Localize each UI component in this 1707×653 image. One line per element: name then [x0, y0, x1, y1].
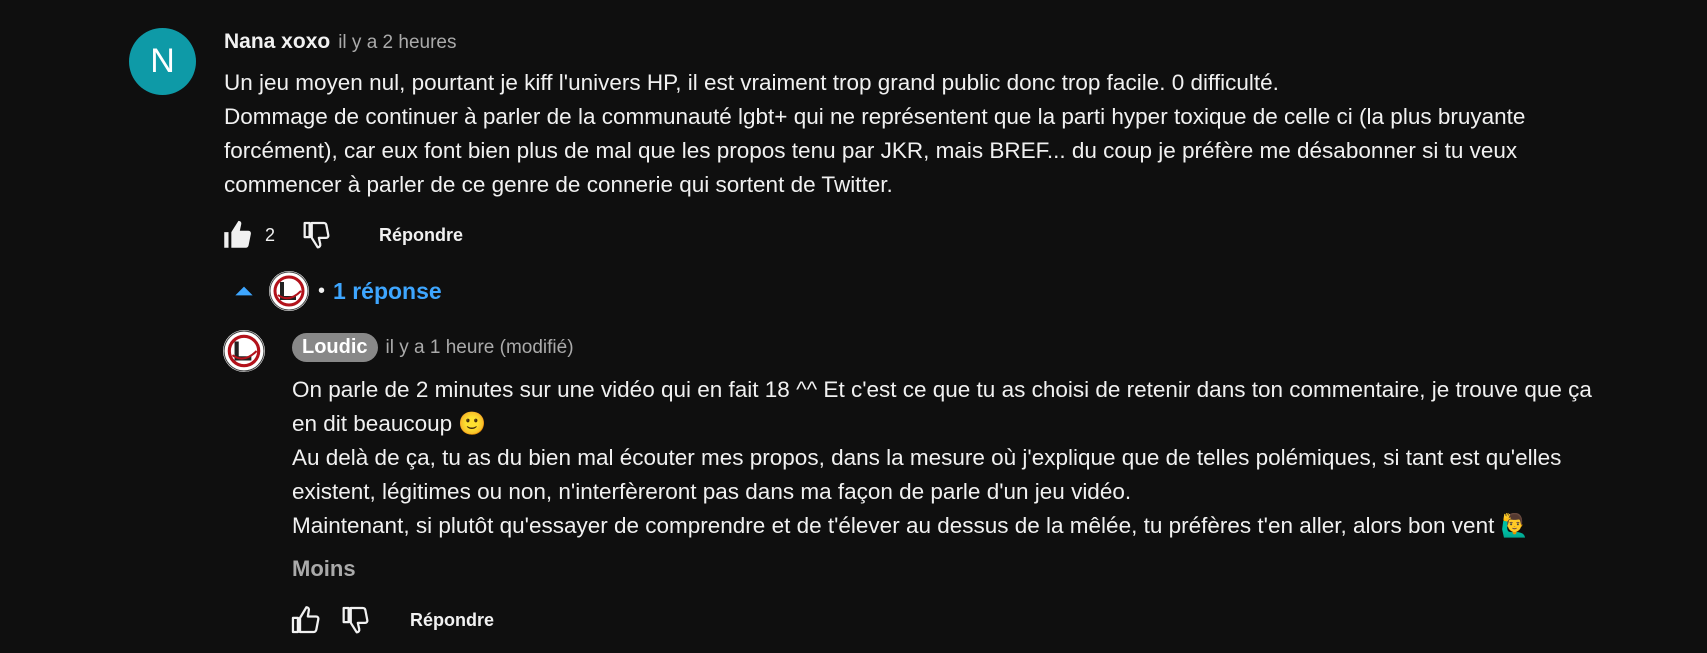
separator-dot: • [318, 279, 326, 302]
thumbs-down-icon [303, 221, 330, 249]
reply-author-avatar-thumbnail [269, 271, 309, 311]
reply-text: On parle de 2 minutes sur une vidéo qui … [292, 373, 1592, 543]
comment-text: Un jeu moyen nul, pourtant je kiff l'uni… [224, 66, 1525, 202]
loudic-logo-icon [269, 271, 309, 311]
reply-line: en dit beaucoup 🙂 [292, 411, 487, 436]
reply-avatar[interactable] [223, 330, 265, 372]
reply-author-chip[interactable]: Loudic [292, 333, 378, 362]
comment-actions: 2 Répondre [220, 218, 463, 252]
comment-thread: N Nana xoxo il y a 2 heures Un jeu moyen… [0, 0, 1707, 653]
reply-timestamp[interactable]: il y a 1 heure (modifié) [386, 337, 574, 359]
reply-button[interactable]: Répondre [410, 610, 494, 631]
comment-line: commencer à parler de ce genre de conner… [224, 172, 893, 197]
reply-line: On parle de 2 minutes sur une vidéo qui … [292, 377, 1592, 402]
chevron-up-icon [235, 286, 253, 296]
replies-count-label[interactable]: 1 réponse [333, 278, 442, 305]
comment-line: Un jeu moyen nul, pourtant je kiff l'uni… [224, 70, 1279, 95]
like-button[interactable] [220, 218, 254, 252]
dislike-button[interactable] [338, 603, 372, 637]
avatar[interactable]: N [129, 28, 196, 95]
comment-timestamp[interactable]: il y a 2 heures [338, 32, 456, 54]
comment-line: Dommage de continuer à parler de la comm… [224, 104, 1526, 129]
thumbs-up-filled-icon [224, 220, 251, 248]
reply-button[interactable]: Répondre [379, 225, 463, 246]
comment-header: Nana xoxo il y a 2 heures [224, 30, 457, 54]
dislike-button[interactable] [299, 218, 333, 252]
thumbs-up-icon [291, 606, 320, 634]
like-button[interactable] [288, 603, 322, 637]
comment-line: forcément), car eux font bien plus de ma… [224, 138, 1518, 163]
loudic-logo-icon [223, 330, 265, 372]
reply-actions: Répondre [288, 603, 494, 637]
show-less-button[interactable]: Moins [292, 556, 356, 582]
thumbs-down-icon [342, 606, 369, 634]
like-count: 2 [265, 224, 276, 245]
reply-line: Maintenant, si plutôt qu'essayer de comp… [292, 513, 1529, 538]
reply-line: existent, légitimes ou non, n'interfèrer… [292, 479, 1132, 504]
reply-line: Au delà de ça, tu as du bien mal écouter… [292, 445, 1562, 470]
comment-author[interactable]: Nana xoxo [224, 30, 330, 54]
reply-header: Loudic il y a 1 heure (modifié) [292, 333, 574, 362]
replies-toggle[interactable]: • 1 réponse [231, 271, 442, 311]
